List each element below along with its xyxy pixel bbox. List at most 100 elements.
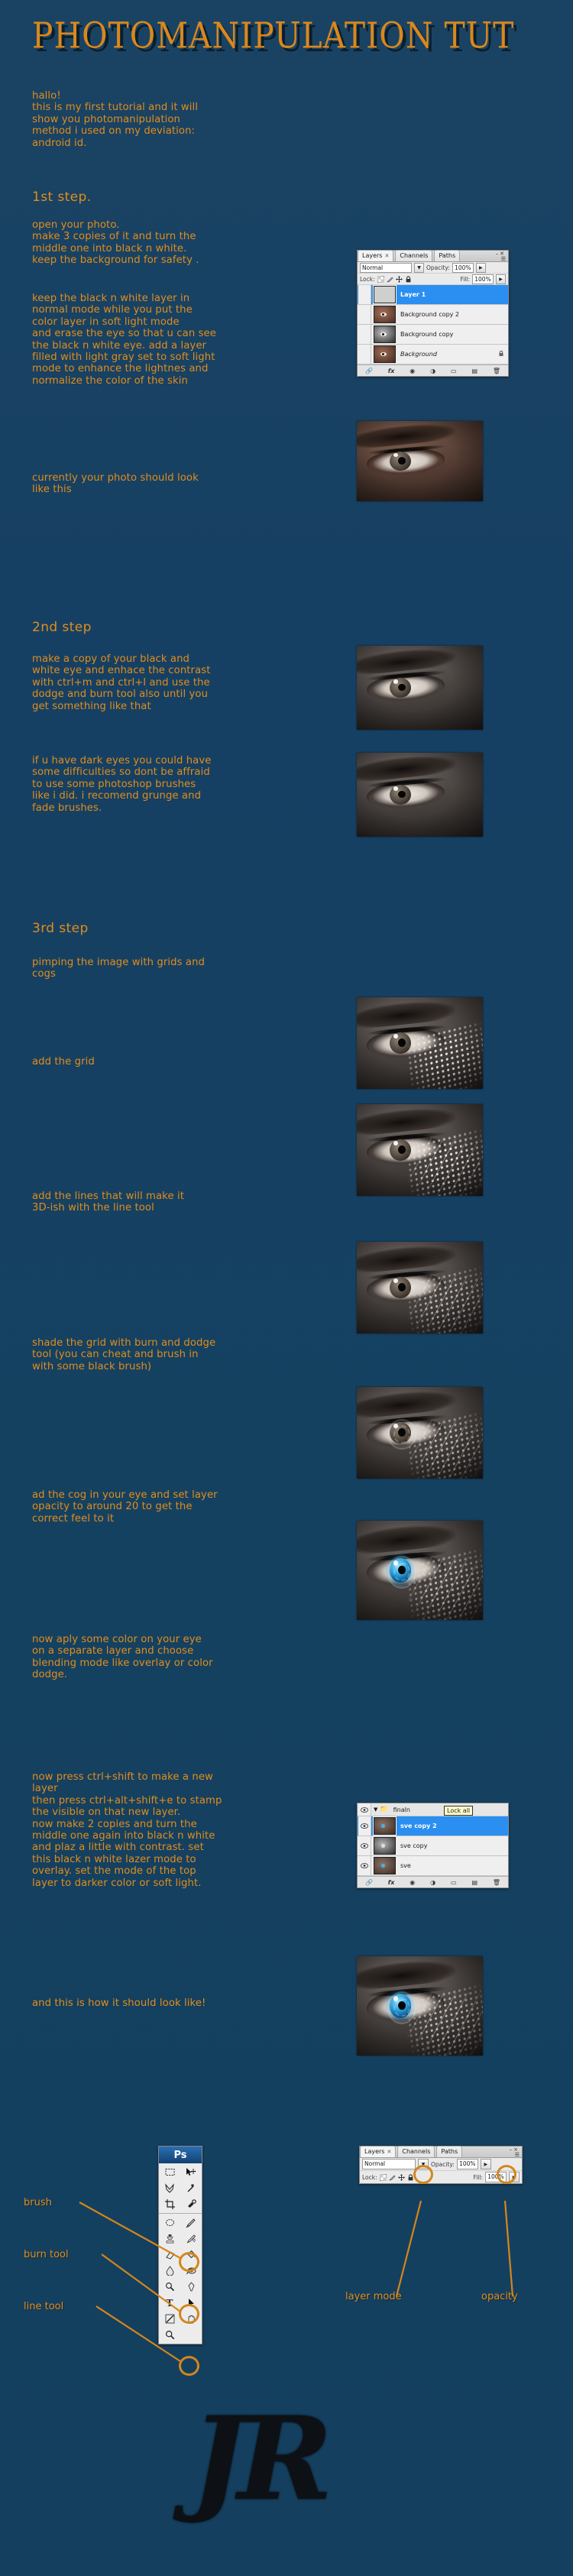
folder-icon[interactable]: ▭: [451, 368, 457, 374]
table-row[interactable]: Background: [358, 345, 508, 365]
tab-channels[interactable]: Channels: [397, 2146, 435, 2157]
magic-wand-tool-icon[interactable]: [180, 2180, 202, 2196]
panel-menu-icon[interactable]: ☰: [501, 256, 506, 262]
tab-layers[interactable]: Layers ✕: [360, 2146, 397, 2157]
layer-name: sve: [400, 1862, 411, 1869]
panel-footer[interactable]: 🔗 fx ◉ ◑ ▭ ▤ 🗑: [358, 365, 508, 376]
blend-mode-row[interactable]: Normal ▼ Opacity: 100% ▶: [358, 262, 508, 274]
link-icon[interactable]: 🔗: [365, 1879, 373, 1886]
table-row[interactable]: Background copy: [358, 325, 508, 345]
visibility-toggle[interactable]: [358, 1836, 371, 1855]
step2-heading: 2nd step: [32, 620, 92, 635]
layer-name: sve copy: [400, 1842, 428, 1849]
blur-tool-icon[interactable]: [159, 2263, 180, 2279]
opacity-stepper-icon[interactable]: ▶: [475, 262, 486, 273]
type-tool-icon[interactable]: T: [159, 2295, 180, 2311]
panel-tab-bar[interactable]: Layers ✕ Channels Paths –✕ ☰: [358, 250, 508, 262]
fill-value[interactable]: 100%: [472, 274, 494, 284]
eyedropper-tool-icon[interactable]: [180, 2196, 202, 2212]
tab-paths-label: Paths: [441, 2148, 458, 2155]
visibility-toggle[interactable]: [358, 345, 371, 364]
layers-panel-top[interactable]: Layers ✕ Channels Paths –✕ ☰ Normal ▼ Opa…: [357, 250, 509, 377]
mask-icon[interactable]: ◉: [410, 368, 415, 374]
callout-line-tool-label: line tool: [24, 2301, 64, 2312]
panel-tab-bar[interactable]: Layers ✕ Channels Paths –× ☰: [360, 2146, 522, 2158]
dodge-tool-icon[interactable]: [159, 2279, 180, 2295]
fx-icon[interactable]: fx: [388, 1879, 395, 1886]
tab-paths[interactable]: Paths: [436, 2146, 463, 2157]
pen-tool-icon[interactable]: [180, 2279, 202, 2295]
lock-all-tooltip: Lock all: [444, 1806, 474, 1816]
visibility-toggle[interactable]: [358, 1816, 371, 1836]
lock-position-move-icon[interactable]: [397, 2173, 405, 2181]
panel-menu-icon[interactable]: ☰: [515, 2152, 520, 2158]
layers-panel-bottom[interactable]: ▼ 📁 finaln Lock all sve copy 2 sve copy: [357, 1803, 509, 1888]
lock-icons[interactable]: [377, 275, 412, 283]
clone-stamp-tool-icon[interactable]: [159, 2231, 180, 2247]
zoom-tool-icon[interactable]: [159, 2327, 180, 2343]
healing-brush-tool-icon[interactable]: [159, 2215, 180, 2231]
blend-mode-select[interactable]: Normal: [360, 262, 412, 273]
opacity-value[interactable]: 100%: [456, 2159, 478, 2169]
lock-transparency-icon[interactable]: [379, 2173, 387, 2181]
layer-thumbnail: [373, 1816, 397, 1836]
lock-image-brush-icon[interactable]: [386, 276, 393, 283]
line-tool-icon[interactable]: [159, 2311, 180, 2327]
visibility-toggle[interactable]: [358, 325, 371, 344]
table-row[interactable]: sve copy 2: [358, 1816, 508, 1836]
lasso-tool-icon[interactable]: [159, 2180, 180, 2196]
close-icon[interactable]: ✕: [384, 253, 389, 259]
move-tool-icon[interactable]: [180, 2164, 202, 2180]
lock-icons[interactable]: [379, 2173, 414, 2181]
chevron-down-icon[interactable]: ▼: [374, 1806, 377, 1813]
table-row[interactable]: Background copy 2: [358, 305, 508, 325]
lock-transparency-icon[interactable]: [377, 275, 385, 283]
preview-image-grid-shaded: [357, 1242, 483, 1333]
step3-heading: 3rd step: [32, 921, 89, 936]
marquee-tool-icon[interactable]: [159, 2164, 180, 2180]
new-layer-icon[interactable]: ▤: [471, 368, 478, 374]
blend-mode-select[interactable]: Normal: [362, 2159, 416, 2169]
chevron-down-icon[interactable]: ▼: [414, 262, 424, 273]
layer-group-row[interactable]: ▼ 📁 finaln Lock all: [358, 1803, 508, 1816]
callout-burn-tool-label: burn tool: [24, 2249, 69, 2260]
brush-tool-icon[interactable]: [180, 2215, 202, 2231]
eraser-tool-icon[interactable]: [159, 2247, 180, 2263]
visibility-toggle[interactable]: [358, 1856, 371, 1875]
tab-layers[interactable]: Layers ✕: [358, 250, 394, 261]
visibility-toggle[interactable]: [358, 305, 371, 324]
lock-position-move-icon[interactable]: [395, 275, 403, 283]
history-brush-tool-icon[interactable]: [180, 2231, 202, 2247]
crop-tool-icon[interactable]: [159, 2196, 180, 2212]
lock-all-padlock-icon[interactable]: [405, 275, 412, 283]
trash-icon[interactable]: 🗑: [493, 1879, 500, 1886]
new-layer-icon[interactable]: ▤: [471, 1879, 478, 1886]
link-icon[interactable]: 🔗: [365, 368, 373, 374]
visibility-toggle[interactable]: [358, 285, 371, 304]
mask-icon[interactable]: ◉: [410, 1879, 415, 1886]
table-row[interactable]: Layer 1: [358, 285, 508, 305]
opacity-stepper-icon[interactable]: ▶: [480, 2159, 491, 2169]
adjustment-icon[interactable]: ◑: [430, 368, 435, 374]
tutorial-page: PHOTOMANIPULATION TUT hallo! this is my …: [0, 0, 573, 2576]
panel-footer[interactable]: 🔗 fx ◉ ◑ ▭ ▤ 🗑: [358, 1876, 508, 1887]
step1-heading: 1st step.: [32, 190, 92, 205]
tool-divider: [159, 2213, 202, 2214]
lock-row[interactable]: Lock: Fill: 100% ▶: [358, 274, 508, 285]
opacity-value[interactable]: 100%: [452, 262, 474, 273]
lock-image-brush-icon[interactable]: [388, 2174, 396, 2181]
adjustment-icon[interactable]: ◑: [430, 1879, 435, 1886]
tab-paths[interactable]: Paths: [434, 250, 461, 261]
close-icon[interactable]: ✕: [387, 2149, 391, 2155]
trash-icon[interactable]: 🗑: [493, 368, 500, 374]
fill-stepper-icon[interactable]: ▶: [496, 274, 506, 284]
fx-icon[interactable]: fx: [388, 368, 395, 374]
visibility-toggle[interactable]: [358, 1803, 371, 1816]
folder-icon[interactable]: ▭: [451, 1879, 457, 1886]
preview-image-grid-lines: [357, 1104, 483, 1196]
page-title: PHOTOMANIPULATION TUT: [32, 15, 515, 57]
app-badge: Ps: [159, 2147, 202, 2163]
tab-channels[interactable]: Channels: [395, 250, 433, 261]
table-row[interactable]: sve: [358, 1856, 508, 1876]
table-row[interactable]: sve copy: [358, 1836, 508, 1856]
